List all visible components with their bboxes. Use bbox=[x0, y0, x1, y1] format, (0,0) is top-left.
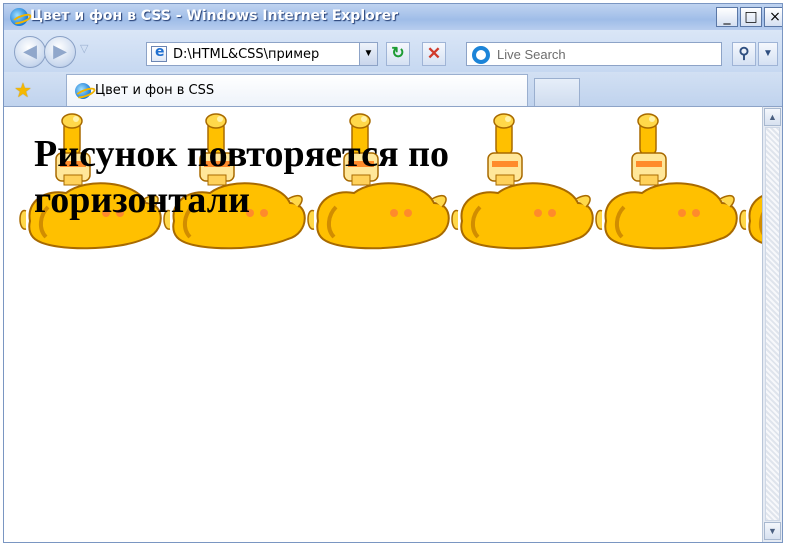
window-title: Цвет и фон в CSS - Windows Internet Expl… bbox=[30, 8, 399, 24]
forward-button[interactable]: ▶ bbox=[44, 36, 76, 68]
favorites-star-icon[interactable]: ★ bbox=[14, 78, 32, 103]
history-dropdown-icon[interactable]: ▽ bbox=[80, 42, 88, 55]
search-box[interactable]: Live Search bbox=[466, 42, 722, 66]
tab-bar: ★ Цвет и фон в CSS bbox=[4, 72, 782, 106]
title-bar[interactable]: Цвет и фон в CSS - Windows Internet Expl… bbox=[4, 4, 782, 30]
back-button[interactable]: ◀ bbox=[14, 36, 46, 68]
refresh-button[interactable]: ↻ bbox=[386, 42, 410, 66]
ie-page-icon bbox=[75, 83, 91, 99]
minimize-button[interactable]: _ bbox=[716, 7, 738, 27]
page-icon bbox=[151, 44, 167, 62]
page-heading: Рисунок повторяется по горизонтали bbox=[34, 133, 449, 221]
address-dropdown-button[interactable]: ▼ bbox=[359, 43, 377, 65]
address-bar[interactable]: D:\HTML&CSS\пример ▼ bbox=[146, 42, 378, 66]
live-search-icon bbox=[472, 46, 490, 64]
page-content: Рисунок повторяется по горизонтали bbox=[4, 106, 762, 542]
new-tab-button[interactable] bbox=[534, 78, 580, 106]
submarine-tile-6 bbox=[738, 112, 762, 251]
scroll-up-button[interactable]: ▲ bbox=[764, 108, 781, 126]
tab-label: Цвет и фон в CSS bbox=[95, 83, 215, 98]
browser-window: Цвет и фон в CSS - Windows Internet Expl… bbox=[3, 3, 783, 543]
scroll-down-button[interactable]: ▼ bbox=[764, 522, 781, 540]
scroll-track[interactable] bbox=[765, 127, 780, 521]
vertical-scrollbar[interactable]: ▲ ▼ bbox=[762, 106, 782, 542]
close-button[interactable]: × bbox=[764, 7, 782, 27]
back-arrow-icon: ◀ bbox=[23, 41, 37, 62]
search-button[interactable]: ⚲ bbox=[732, 42, 756, 66]
forward-arrow-icon: ▶ bbox=[53, 41, 67, 62]
maximize-button[interactable]: □ bbox=[740, 7, 762, 27]
address-toolbar: ◀ ▶ ▽ D:\HTML&CSS\пример ▼ ↻ ✕ Live Sear… bbox=[4, 30, 782, 72]
tab-active[interactable]: Цвет и фон в CSS bbox=[66, 74, 528, 106]
search-options-button[interactable]: ▼ bbox=[758, 42, 778, 66]
stop-button[interactable]: ✕ bbox=[422, 42, 446, 66]
search-input[interactable]: Live Search bbox=[497, 47, 566, 62]
address-input[interactable]: D:\HTML&CSS\пример bbox=[173, 47, 319, 62]
ie-logo-icon bbox=[10, 8, 28, 26]
